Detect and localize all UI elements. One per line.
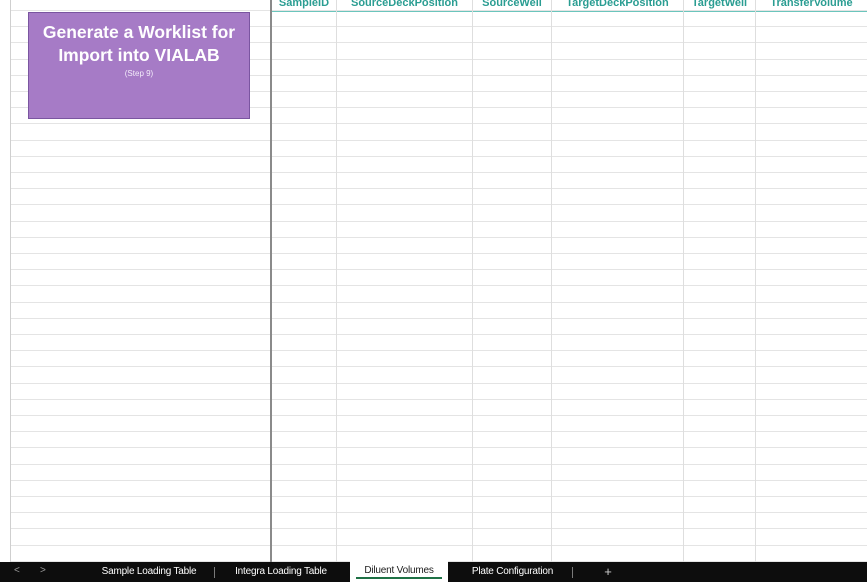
tab-label: Integra Loading Table: [235, 566, 327, 577]
tab-plate-configuration[interactable]: Plate Configuration: [455, 562, 570, 582]
column-header-targetwell[interactable]: TargetWell: [684, 0, 755, 12]
next-sheet-icon[interactable]: >: [40, 565, 46, 576]
row-line: [11, 237, 867, 238]
tab-label: Plate Configuration: [471, 566, 554, 577]
tab-sample-loading-table[interactable]: Sample Loading Table: [84, 562, 214, 582]
row-line: [11, 480, 867, 481]
column-line: [336, 0, 337, 562]
add-sheet-icon[interactable]: +: [600, 562, 616, 582]
row-line: [11, 464, 867, 465]
row-line: [11, 188, 867, 189]
column-header-sampleid[interactable]: SampleID: [272, 0, 336, 12]
active-tab-underline: [356, 577, 442, 579]
tab-label: Diluent Volumes: [364, 565, 434, 576]
row-line: [11, 545, 867, 546]
row-line: [11, 383, 867, 384]
row-line: [11, 318, 867, 319]
tab-integra-loading-table[interactable]: Integra Loading Table: [215, 562, 347, 582]
generate-worklist-title: Generate a Worklist for Import into VIAL…: [42, 22, 236, 65]
column-header-targetdeckposition[interactable]: TargetDeckPosition: [552, 0, 683, 12]
row-line: [11, 156, 867, 157]
freeze-pane-divider[interactable]: [270, 0, 272, 562]
row-line: [11, 512, 867, 513]
row-line: [11, 140, 867, 141]
row-line: [11, 334, 867, 335]
generate-worklist-button[interactable]: Generate a Worklist for Import into VIAL…: [28, 12, 250, 119]
row-line: [11, 528, 867, 529]
row-line: [11, 447, 867, 448]
row-line: [11, 302, 867, 303]
worksheet-grid[interactable]: SampleID SourceDeckPosition SourceWell T…: [0, 0, 867, 562]
row-line: [11, 221, 867, 222]
row-line: [11, 269, 867, 270]
column-header-transfervolume[interactable]: TransferVolume: [756, 0, 867, 12]
row-line: [11, 366, 867, 367]
prev-sheet-icon[interactable]: <: [14, 565, 20, 576]
tab-diluent-volumes[interactable]: Diluent Volumes: [350, 560, 448, 582]
row-line: [11, 399, 867, 400]
column-line: [551, 0, 552, 562]
tab-separator: [572, 567, 573, 578]
column-header-sourcewell[interactable]: SourceWell: [473, 0, 551, 12]
column-header-sourcedeckposition[interactable]: SourceDeckPosition: [337, 0, 472, 12]
row-line: [11, 496, 867, 497]
column-line: [472, 0, 473, 562]
sheet-tab-bar: < > Sample Loading Table Integra Loading…: [0, 560, 867, 582]
row-line: [11, 253, 867, 254]
generate-worklist-step: (Step 9): [124, 69, 154, 78]
row-line: [11, 431, 867, 432]
tab-label: Sample Loading Table: [101, 566, 197, 577]
row-line: [11, 123, 867, 124]
row-line: [11, 172, 867, 173]
column-line: [755, 0, 756, 562]
row-line: [11, 204, 867, 205]
row-line: [11, 350, 867, 351]
row-line: [11, 285, 867, 286]
column-line: [683, 0, 684, 562]
row-line: [11, 415, 867, 416]
